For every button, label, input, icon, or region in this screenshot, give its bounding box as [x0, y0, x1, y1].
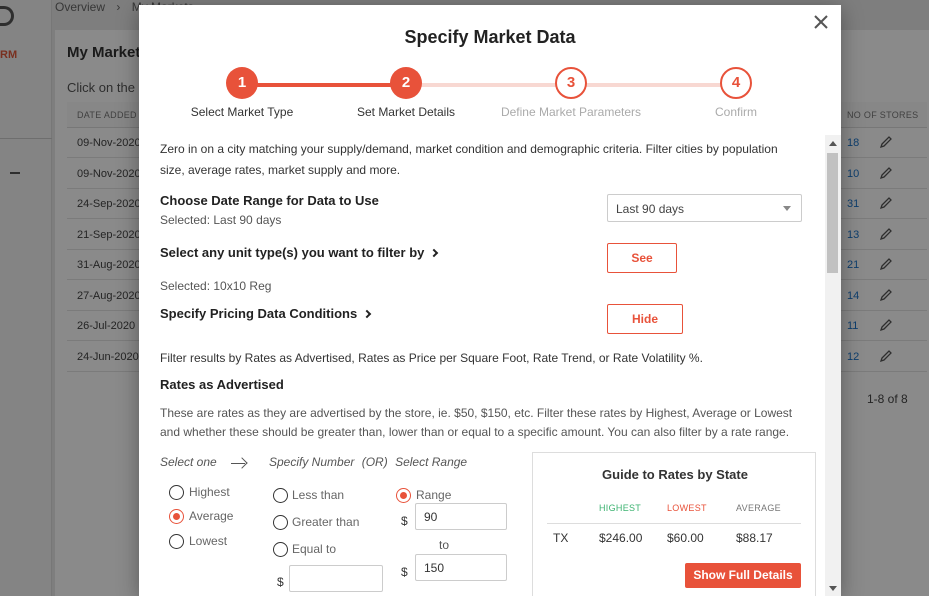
- step-1-number: 1: [226, 67, 258, 99]
- guide-header-lowest: LOWEST: [667, 503, 707, 513]
- range-to-label: to: [439, 538, 450, 552]
- show-full-details-button[interactable]: Show Full Details: [685, 563, 801, 588]
- pricing-heading[interactable]: Specify Pricing Data Conditions: [160, 306, 372, 321]
- modal-title: Specify Market Data: [404, 27, 576, 47]
- specify-market-data-modal: Specify Market Data 1 Select Market Type…: [139, 5, 841, 596]
- highest-radio[interactable]: [169, 485, 184, 500]
- unit-types-heading-text: Select any unit type(s) you want to filt…: [160, 245, 425, 260]
- select-one-label: Select one: [160, 455, 217, 469]
- date-range-heading: Choose Date Range for Data to Use: [160, 193, 379, 208]
- step-3[interactable]: 3 Define Market Parameters: [496, 67, 646, 119]
- step-4-number: 4: [720, 67, 752, 99]
- range-label[interactable]: Range: [416, 488, 451, 502]
- step-3-label: Define Market Parameters: [500, 105, 642, 119]
- step-1-label: Select Market Type: [190, 105, 294, 119]
- rates-heading: Rates as Advertised: [160, 377, 284, 392]
- dropdown-arrow-icon: [783, 206, 791, 211]
- unit-types-heading[interactable]: Select any unit type(s) you want to filt…: [160, 245, 439, 260]
- rates-description: These are rates as they are advertised b…: [160, 406, 793, 439]
- guide-highest-value: $246.00: [599, 531, 643, 545]
- step-3-number: 3: [555, 67, 587, 99]
- stepper: 1 Select Market Type 2 Set Market Detail…: [139, 67, 841, 122]
- guide-title: Guide to Rates by State: [602, 467, 748, 482]
- guide-divider: [547, 523, 801, 524]
- select-range-text: Select Range: [395, 455, 468, 469]
- amount-currency: $: [277, 575, 284, 589]
- equal-to-label[interactable]: Equal to: [292, 542, 336, 556]
- range-from-currency: $: [401, 514, 408, 528]
- specify-number-text: Specify Number: [269, 455, 355, 469]
- equal-to-radio[interactable]: [273, 542, 288, 557]
- arrow-right-icon: [231, 463, 245, 464]
- guide-average-value: $88.17: [736, 531, 773, 545]
- chevron-right-icon: [362, 309, 372, 319]
- date-range-selected: Selected: Last 90 days: [160, 213, 282, 227]
- range-to-input[interactable]: [415, 554, 507, 581]
- highest-label[interactable]: Highest: [189, 485, 230, 499]
- lowest-label[interactable]: Lowest: [189, 534, 227, 548]
- scroll-thumb[interactable]: [827, 153, 838, 273]
- average-radio[interactable]: [169, 509, 184, 524]
- amount-input[interactable]: [289, 565, 383, 592]
- see-button[interactable]: See: [607, 243, 677, 273]
- rates-guide-panel: Guide to Rates by State HIGHEST LOWEST A…: [532, 452, 816, 596]
- step-2[interactable]: 2 Set Market Details: [331, 67, 481, 119]
- hide-button[interactable]: Hide: [607, 304, 683, 334]
- date-range-value: Last 90 days: [616, 202, 685, 216]
- or-text: (OR): [361, 455, 388, 469]
- step-2-number: 2: [390, 67, 422, 99]
- scroll-down-arrow-icon[interactable]: [829, 586, 837, 591]
- range-to-currency: $: [401, 565, 408, 579]
- date-range-select[interactable]: Last 90 days: [607, 194, 802, 222]
- step-1[interactable]: 1 Select Market Type: [167, 67, 317, 119]
- modal-content: Zero in on a city matching your supply/d…: [139, 135, 827, 596]
- greater-than-label[interactable]: Greater than: [292, 515, 359, 529]
- greater-than-radio[interactable]: [273, 515, 288, 530]
- unit-types-selected: Selected: 10x10 Reg: [160, 279, 272, 293]
- intro-text: Zero in on a city matching your supply/d…: [160, 142, 778, 177]
- filter-description: Filter results by Rates as Advertised, R…: [160, 351, 703, 365]
- specify-number-label: Specify Number (OR) Select Range: [269, 455, 467, 469]
- chevron-right-icon: [430, 248, 439, 258]
- less-than-label[interactable]: Less than: [292, 488, 344, 502]
- guide-state: TX: [553, 531, 569, 545]
- step-4-label: Confirm: [714, 105, 757, 119]
- guide-header-average: AVERAGE: [736, 503, 781, 513]
- step-4[interactable]: 4 Confirm: [661, 67, 811, 119]
- pricing-heading-text: Specify Pricing Data Conditions: [160, 306, 358, 321]
- modal-scrollbar[interactable]: [825, 135, 841, 596]
- scroll-up-arrow-icon[interactable]: [829, 141, 837, 146]
- less-than-radio[interactable]: [273, 488, 288, 503]
- range-from-input[interactable]: [415, 503, 507, 530]
- average-label[interactable]: Average: [189, 509, 233, 523]
- range-radio[interactable]: [396, 488, 411, 503]
- guide-lowest-value: $60.00: [667, 531, 704, 545]
- step-2-label: Set Market Details: [356, 105, 456, 119]
- lowest-radio[interactable]: [169, 534, 184, 549]
- guide-header-highest: HIGHEST: [599, 503, 642, 513]
